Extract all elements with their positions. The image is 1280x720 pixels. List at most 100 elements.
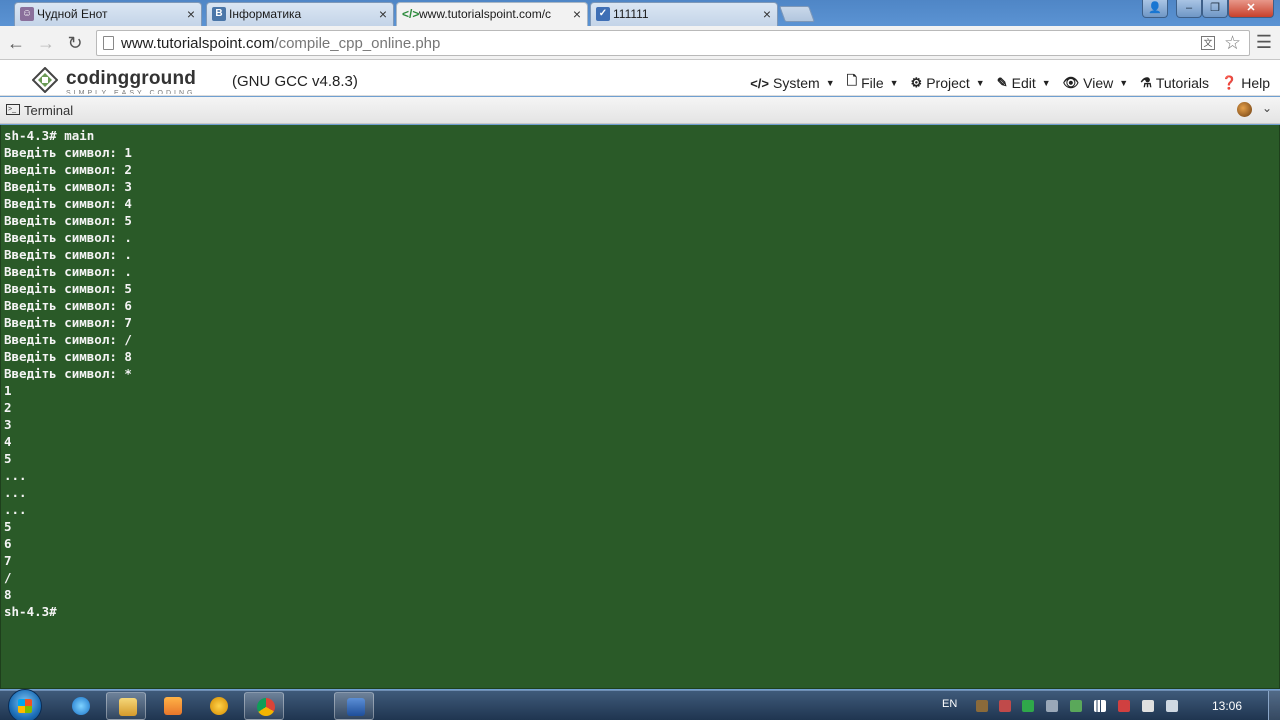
new-tab-button[interactable] xyxy=(779,6,815,22)
terminal-line: Введіть символ: 4 xyxy=(4,196,132,211)
show-desktop-button[interactable] xyxy=(1268,691,1280,720)
collapse-chevron-icon[interactable]: ⌄ xyxy=(1262,101,1272,115)
sync-tray-icon[interactable] xyxy=(1022,700,1034,712)
menu-edit[interactable]: ✎ Edit ▼ xyxy=(997,72,1051,94)
brand-name[interactable]: codingground xyxy=(66,68,196,90)
bookmark-star-icon[interactable]: ☆ xyxy=(1224,32,1241,55)
menu-file[interactable]: 🗋 File ▼ xyxy=(847,72,899,94)
language-indicator[interactable]: EN xyxy=(942,698,957,710)
close-tab-icon[interactable]: × xyxy=(379,3,387,25)
caret-down-icon: ▼ xyxy=(975,78,985,88)
terminal-line: ... xyxy=(4,502,27,517)
terminal-window[interactable]: sh-4.3# main Введіть символ: 1 Введіть сим… xyxy=(0,125,1280,689)
translate-icon[interactable]: 文 xyxy=(1201,36,1215,50)
chrome-menu-icon[interactable]: ☰ xyxy=(1256,32,1272,53)
terminal-line: Введіть символ: 5 xyxy=(4,213,132,228)
terminal-line: 7 xyxy=(4,553,12,568)
menu-help[interactable]: ❓ Help xyxy=(1221,72,1270,94)
maximize-button[interactable]: ❐ xyxy=(1202,0,1228,18)
tab-chudnoy-enot[interactable]: ☺ Чудной Енот × xyxy=(14,2,202,26)
terminal-line: 4 xyxy=(4,434,12,449)
close-tab-icon[interactable]: × xyxy=(763,3,771,25)
terminal-title: Terminal xyxy=(24,103,74,118)
terminal-line: 3 xyxy=(4,417,12,432)
display-tray-icon[interactable] xyxy=(1046,700,1058,712)
terminal-line: sh-4.3# xyxy=(4,604,57,619)
signal-tray-icon[interactable] xyxy=(1094,700,1106,712)
reload-icon[interactable]: ↻ xyxy=(63,31,87,55)
menu-project[interactable]: ⚙ Project ▼ xyxy=(911,72,985,94)
tab-informatika[interactable]: В Інформатика × xyxy=(206,2,394,26)
codingground-logo-icon[interactable] xyxy=(32,67,58,93)
menu-system[interactable]: </> System ▼ xyxy=(750,72,834,94)
menu-label: Tutorials xyxy=(1155,75,1210,91)
taskbar-word[interactable] xyxy=(334,692,374,720)
network-tray-icon[interactable] xyxy=(1118,700,1130,712)
terminal-line: Введіть символ: 1 xyxy=(4,145,132,160)
app-tray-icon[interactable] xyxy=(999,700,1011,712)
address-bar[interactable]: www.tutorialspoint.com/compile_cpp_onlin… xyxy=(96,30,1250,56)
browser-toolbar: ← → ↻ www.tutorialspoint.com/compile_cpp… xyxy=(0,26,1280,60)
caret-down-icon: ▼ xyxy=(1119,78,1129,88)
terminal-line: Введіть символ: * xyxy=(4,366,132,381)
word-icon xyxy=(347,698,365,716)
minimize-button[interactable]: – xyxy=(1176,0,1202,18)
tab-tutorialspoint[interactable]: </> www.tutorialspoint.com/c × xyxy=(396,2,588,26)
volume-tray-icon[interactable] xyxy=(1166,700,1178,712)
caret-down-icon: ▼ xyxy=(825,78,835,88)
menu-tutorials[interactable]: ⚗ Tutorials xyxy=(1140,72,1209,94)
terminal-line: 6 xyxy=(4,536,12,551)
code-favicon-icon: </> xyxy=(402,7,420,21)
antivirus-tray-icon[interactable] xyxy=(976,700,988,712)
clock[interactable]: 13:06 xyxy=(1212,699,1242,713)
terminal-line: 1 xyxy=(4,383,12,398)
caret-down-icon: ▼ xyxy=(889,78,899,88)
taskbar-chrome[interactable] xyxy=(244,692,284,720)
terminal-line: ... xyxy=(4,468,27,483)
codingground-header: codingground SIMPLY EASY CODING (GNU GCC… xyxy=(0,60,1280,96)
page-icon xyxy=(103,36,114,50)
windows-taskbar: EN 13:06 xyxy=(0,689,1280,720)
back-arrow-icon[interactable]: ← xyxy=(4,31,28,55)
terminal-line: Введіть символ: 8 xyxy=(4,349,132,364)
url-path: /compile_cpp_online.php xyxy=(274,35,441,52)
help-icon: ❓ xyxy=(1221,75,1238,90)
terminal-line: Введіть символ: / xyxy=(4,332,132,347)
chrome-icon xyxy=(257,698,275,716)
tutorials-icon: ⚗ xyxy=(1140,75,1152,90)
browser-tab-strip: ☺ Чудной Енот × В Інформатика × </> www.… xyxy=(0,0,1280,26)
taskbar-aimp[interactable] xyxy=(198,692,238,720)
globe-icon[interactable] xyxy=(1237,102,1252,117)
taskbar-explorer[interactable] xyxy=(106,692,146,720)
close-tab-icon[interactable]: × xyxy=(573,3,581,25)
url-host: www.tutorialspoint.com xyxy=(121,35,275,52)
main-menu: </> System ▼ 🗋 File ▼ ⚙ Project ▼ ✎ Edit… xyxy=(738,72,1270,94)
terminal-header: >_ Terminal ⌄ xyxy=(0,97,1280,124)
aimp-icon xyxy=(210,697,228,715)
security-tray-icon[interactable] xyxy=(1070,700,1082,712)
taskbar-media-player[interactable] xyxy=(152,692,192,720)
forward-arrow-icon[interactable]: → xyxy=(34,31,58,55)
media-player-icon xyxy=(164,697,182,715)
menu-view[interactable]: 👁 View ▼ xyxy=(1063,72,1129,94)
menu-label: View xyxy=(1083,75,1114,91)
close-window-button[interactable]: ✕ xyxy=(1228,0,1274,18)
terminal-line: 2 xyxy=(4,400,12,415)
menu-label: File xyxy=(861,75,884,91)
file-icon: 🗋 xyxy=(846,73,858,88)
taskbar-ie[interactable] xyxy=(60,692,100,720)
terminal-line: 5 xyxy=(4,519,12,534)
tab-title: Інформатика xyxy=(229,7,302,21)
terminal-line: / xyxy=(4,570,12,585)
menu-label: Project xyxy=(926,75,970,91)
start-button[interactable] xyxy=(8,689,42,720)
address-url[interactable]: www.tutorialspoint.com/compile_cpp_onlin… xyxy=(121,35,440,52)
user-profile-icon[interactable]: 👤 xyxy=(1142,0,1168,18)
terminal-line: Введіть символ: 3 xyxy=(4,179,132,194)
tab-111111[interactable]: ✓ 111111 × xyxy=(590,2,778,26)
menu-label: Edit xyxy=(1011,75,1036,91)
tab-title: Чудной Енот xyxy=(37,7,108,21)
usb-tray-icon[interactable] xyxy=(1142,700,1154,712)
close-tab-icon[interactable]: × xyxy=(187,3,195,25)
terminal-line: Введіть символ: 6 xyxy=(4,298,132,313)
